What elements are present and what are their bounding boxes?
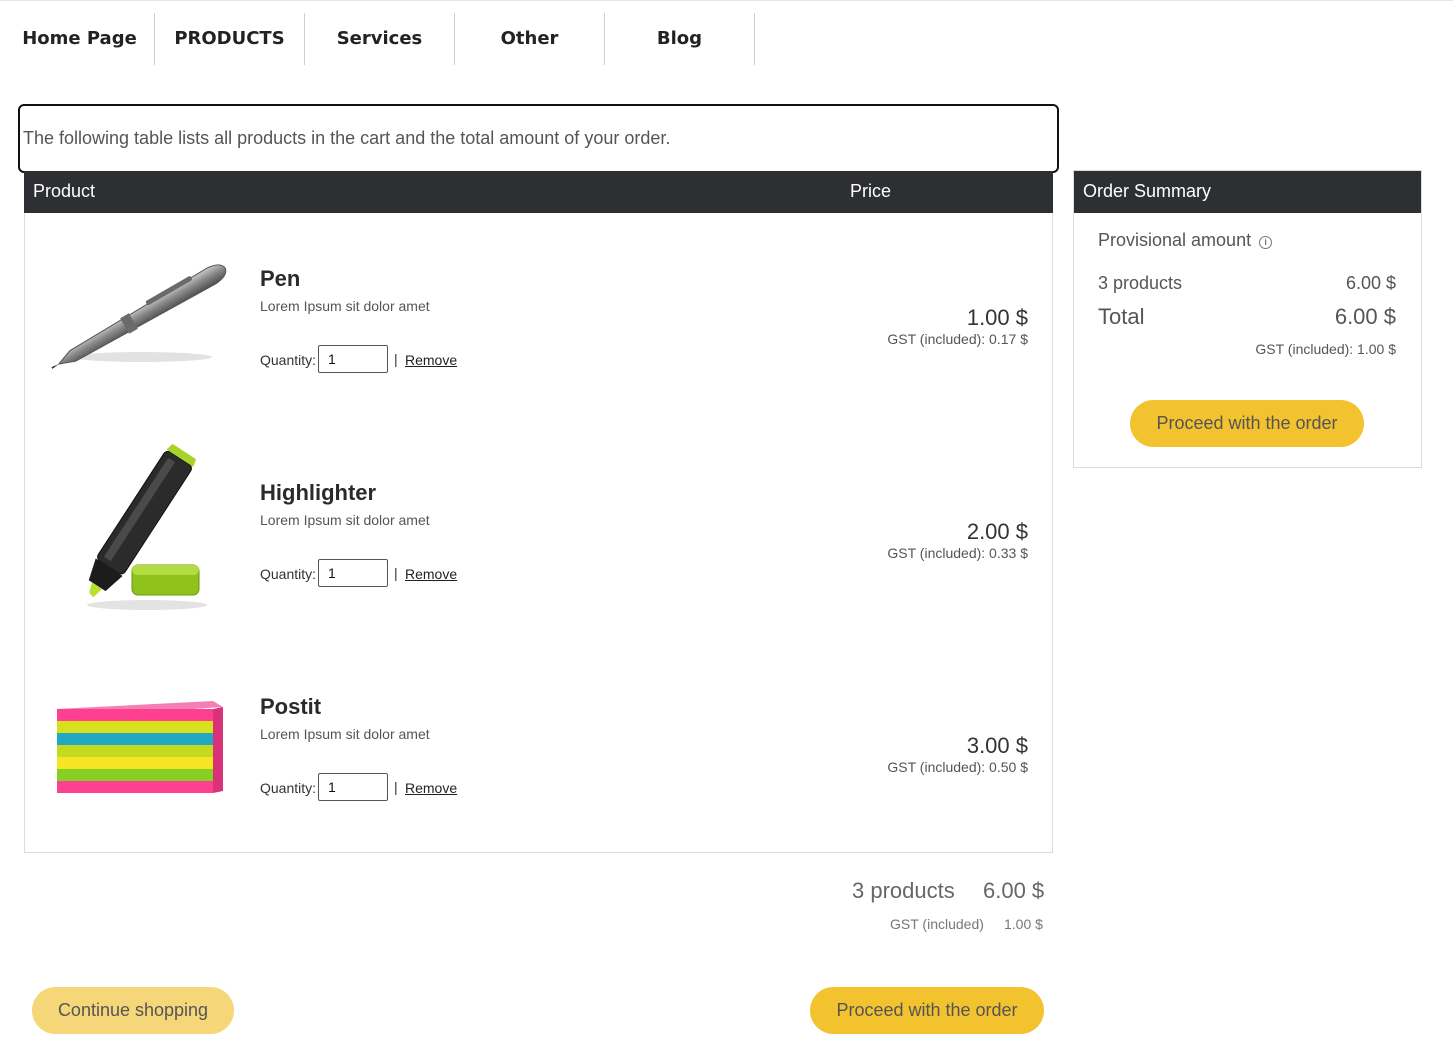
nav-other[interactable]: Other bbox=[455, 13, 605, 65]
nav-blog[interactable]: Blog bbox=[605, 13, 755, 65]
separator: | bbox=[394, 779, 398, 795]
provisional-amount-label: Provisional amount bbox=[1098, 230, 1252, 250]
summary-proceed-order-button[interactable]: Proceed with the order bbox=[1130, 400, 1364, 447]
totals-gst-value: 1.00 $ bbox=[1004, 916, 1043, 932]
postit-image bbox=[57, 701, 223, 793]
item-gst: GST (included): 0.33 $ bbox=[887, 545, 1028, 561]
nav-services[interactable]: Services bbox=[305, 13, 455, 65]
main-nav: Home Page PRODUCTS Services Other Blog bbox=[5, 13, 755, 65]
quantity-label: Quantity: bbox=[260, 780, 317, 796]
quantity-input[interactable] bbox=[318, 345, 388, 373]
cart-table-header: Product Price bbox=[24, 171, 1053, 213]
quantity-label: Quantity: bbox=[260, 352, 317, 368]
cart-item-pen: Pen Lorem Ipsum sit dolor amet Quantity:… bbox=[25, 253, 1054, 453]
item-gst: GST (included): 0.50 $ bbox=[887, 759, 1028, 775]
quantity-input[interactable] bbox=[318, 773, 388, 801]
proceed-order-button[interactable]: Proceed with the order bbox=[810, 987, 1044, 1034]
summary-product-count: 3 products bbox=[1098, 273, 1183, 293]
item-gst: GST (included): 0.17 $ bbox=[887, 331, 1028, 347]
item-description: Lorem Ipsum sit dolor amet bbox=[260, 512, 430, 528]
column-header-price: Price bbox=[850, 181, 892, 201]
cart-item-highlighter: Highlighter Lorem Ipsum sit dolor amet Q… bbox=[25, 443, 1054, 667]
quantity-label: Quantity: bbox=[260, 566, 317, 582]
cart-caption: The following table lists all products i… bbox=[18, 104, 1059, 173]
item-description: Lorem Ipsum sit dolor amet bbox=[260, 726, 430, 742]
remove-link[interactable]: Remove bbox=[405, 780, 457, 796]
item-description: Lorem Ipsum sit dolor amet bbox=[260, 298, 430, 314]
item-name: Pen bbox=[260, 266, 301, 291]
totals-amount: 6.00 $ bbox=[983, 878, 1045, 903]
quantity-input[interactable] bbox=[318, 559, 388, 587]
separator: | bbox=[394, 351, 398, 367]
column-header-product: Product bbox=[33, 181, 96, 201]
order-summary-title: Order Summary bbox=[1074, 171, 1421, 213]
nav-products[interactable]: PRODUCTS bbox=[155, 13, 305, 65]
item-price: 2.00 $ bbox=[966, 519, 1028, 544]
item-price: 1.00 $ bbox=[966, 305, 1028, 330]
summary-total-value: 6.00 $ bbox=[1334, 304, 1396, 329]
summary-total-label: Total bbox=[1098, 304, 1145, 329]
item-name: Postit bbox=[260, 694, 322, 719]
separator: | bbox=[394, 565, 398, 581]
cart-item-postit: Postit Lorem Ipsum sit dolor amet Quanti… bbox=[25, 681, 1054, 881]
order-summary-panel: Order Summary Provisional amount i 3 pro… bbox=[1073, 170, 1422, 468]
summary-subtotal: 6.00 $ bbox=[1345, 273, 1396, 293]
pen-image bbox=[51, 264, 227, 369]
remove-link[interactable]: Remove bbox=[405, 566, 457, 582]
cart-table-body: Pen Lorem Ipsum sit dolor amet Quantity:… bbox=[24, 213, 1053, 853]
totals-gst-label: GST (included) bbox=[890, 916, 984, 932]
nav-home-page[interactable]: Home Page bbox=[5, 13, 155, 65]
highlighter-image bbox=[87, 443, 207, 610]
summary-gst: GST (included): 1.00 $ bbox=[1255, 341, 1396, 357]
provisional-amount: Provisional amount i bbox=[1098, 230, 1273, 251]
item-name: Highlighter bbox=[260, 480, 377, 505]
item-price: 3.00 $ bbox=[966, 733, 1028, 758]
top-border bbox=[0, 0, 1453, 1]
remove-link[interactable]: Remove bbox=[405, 352, 457, 368]
continue-shopping-button[interactable]: Continue shopping bbox=[32, 987, 234, 1034]
totals-product-count: 3 products bbox=[852, 878, 955, 903]
info-icon[interactable]: i bbox=[1259, 235, 1273, 249]
